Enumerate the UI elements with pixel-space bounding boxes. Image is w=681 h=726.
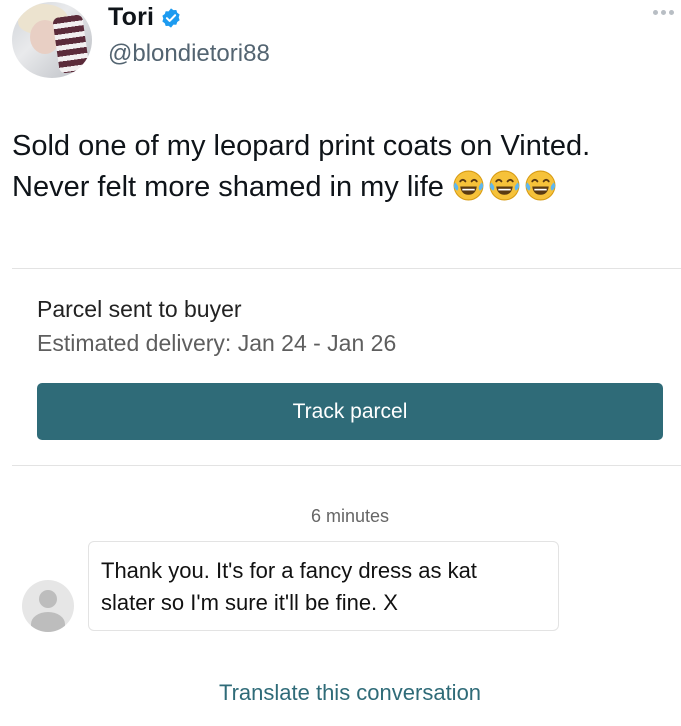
- tweet-text-line-2: Never felt more shamed in my life: [12, 167, 672, 208]
- face-with-tears-of-joy-icon: [525, 170, 556, 201]
- tweet-text-line-2-words: Never felt more shamed in my life: [12, 171, 444, 203]
- message-bubble: Thank you. It's for a fancy dress as kat…: [88, 541, 559, 631]
- track-parcel-button[interactable]: Track parcel: [37, 383, 663, 440]
- message-timestamp: 6 minutes: [310, 506, 390, 526]
- translate-conversation-link[interactable]: Translate this conversation: [0, 680, 681, 706]
- tweet-text: Sold one of my leopard print coats on Vi…: [12, 126, 672, 208]
- author-display-name[interactable]: Tori: [108, 3, 182, 32]
- face-with-tears-of-joy-icon: [489, 170, 520, 201]
- message-line-1: Thank you. It's for a fancy dress as kat: [101, 558, 477, 583]
- estimated-delivery: Estimated delivery: Jan 24 - Jan 26: [37, 330, 397, 356]
- more-options-icon[interactable]: [653, 10, 677, 18]
- emoji-row: [452, 169, 557, 202]
- divider: [12, 465, 681, 466]
- verified-badge-icon: [162, 7, 180, 28]
- message-line-2: slater so I'm sure it'll be fine. X: [101, 590, 398, 615]
- face-with-tears-of-joy-icon: [453, 170, 484, 201]
- author-name-text[interactable]: Tori: [108, 3, 154, 32]
- default-user-icon-head: [39, 590, 57, 608]
- avatar-striped-shirt: [52, 14, 90, 74]
- more-dot: [661, 10, 666, 15]
- tweet-text-line-1: Sold one of my leopard print coats on Vi…: [12, 130, 591, 162]
- more-dot: [669, 10, 674, 15]
- author-handle[interactable]: @blondietori88: [108, 40, 270, 68]
- default-user-icon-body: [31, 612, 65, 632]
- more-dot: [653, 10, 658, 15]
- divider: [12, 268, 681, 269]
- avatar[interactable]: [12, 2, 92, 78]
- buyer-avatar[interactable]: [22, 580, 74, 632]
- parcel-status: Parcel sent to buyer: [37, 296, 242, 322]
